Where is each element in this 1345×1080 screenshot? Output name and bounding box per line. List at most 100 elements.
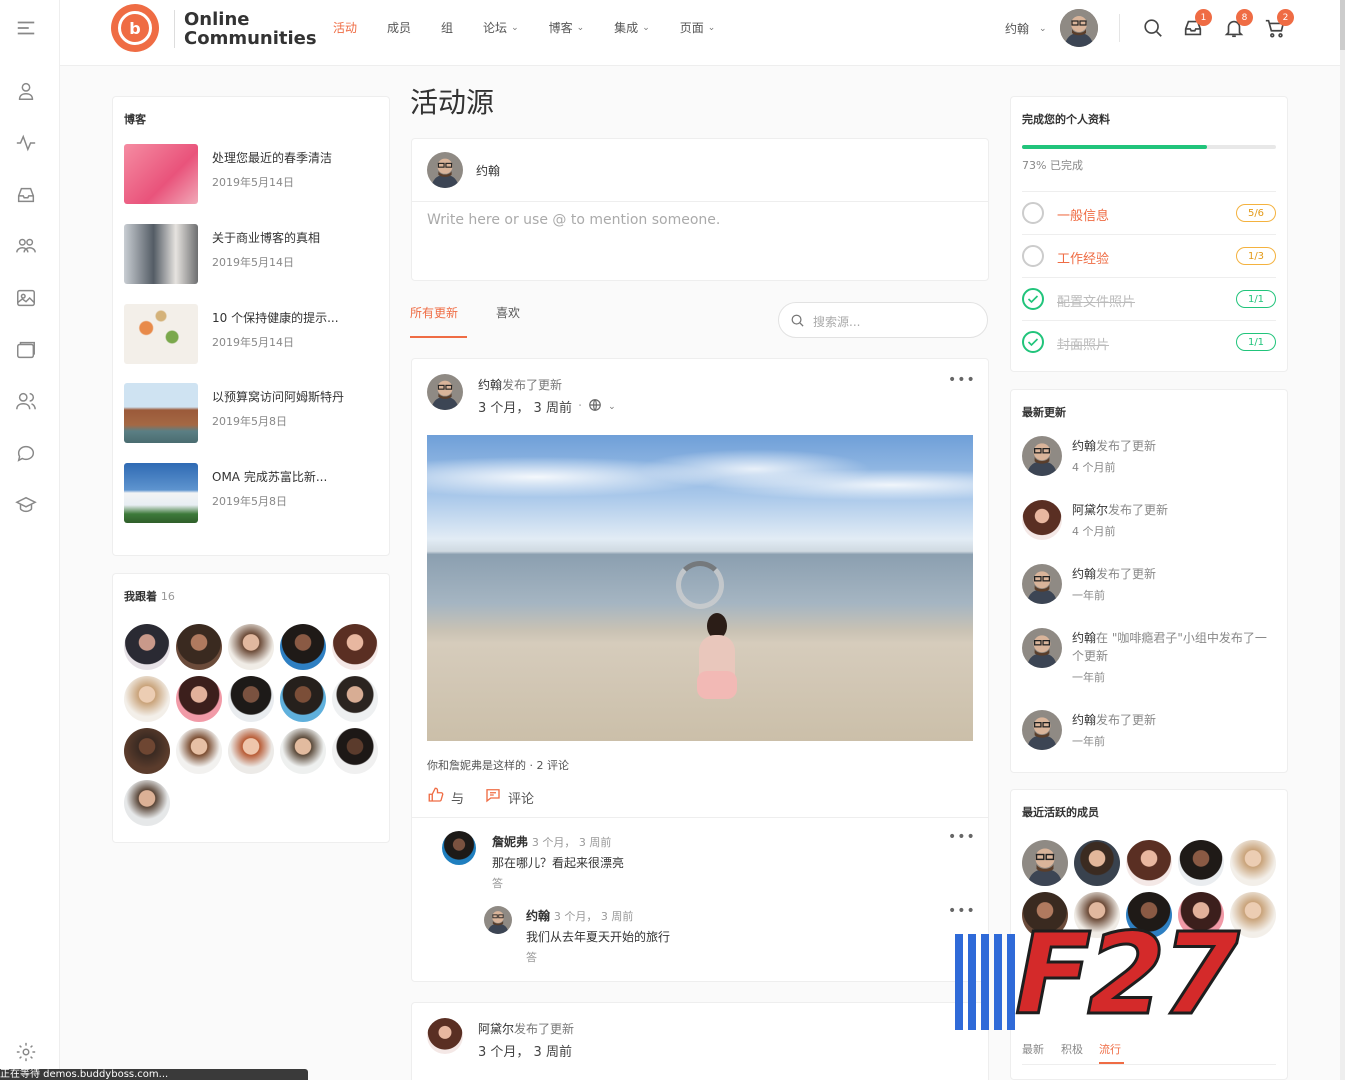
tab-all-updates[interactable]: 所有更新	[410, 304, 458, 321]
blog-item[interactable]: 关于商业博客的真相 2019年5月14日	[124, 224, 384, 284]
update-author[interactable]: 约翰	[1072, 631, 1096, 645]
nav-forums[interactable]: 论坛 ⌄	[483, 19, 519, 36]
comment-author[interactable]: 约翰	[526, 909, 550, 923]
post-image[interactable]	[427, 435, 973, 741]
blog-item[interactable]: 处理您最近的春季清洁 2019年5月14日	[124, 144, 384, 204]
update-avatar[interactable]	[1022, 564, 1062, 604]
blog-item[interactable]: OMA 完成苏富比新... 2019年5月8日	[124, 463, 384, 523]
follower-avatar[interactable]	[124, 780, 170, 826]
comment-options-icon[interactable]: •••	[948, 829, 976, 845]
brand-name[interactable]: Online Communities	[184, 10, 317, 48]
reply-link[interactable]: 答	[526, 949, 670, 965]
folder-icon[interactable]	[15, 339, 37, 361]
members-icon[interactable]	[15, 390, 37, 412]
profile-step-general-info[interactable]: 一般信息 5/6	[1022, 191, 1276, 233]
nav-members[interactable]: 成员	[387, 19, 411, 36]
inbox-icon[interactable]	[15, 184, 37, 206]
post-time[interactable]: 3 个月， 3 周前	[478, 1041, 572, 1060]
groups-tab-newest[interactable]: 最新	[1022, 1041, 1044, 1057]
nav-integrations[interactable]: 集成 ⌄	[614, 19, 650, 36]
groups-tab-active[interactable]: 积极	[1061, 1041, 1083, 1057]
profile-step-work-experience[interactable]: 工作经验 1/3	[1022, 234, 1276, 276]
member-avatar[interactable]	[1074, 840, 1120, 886]
follower-avatar[interactable]	[228, 676, 274, 722]
update-author[interactable]: 约翰	[1072, 439, 1096, 453]
site-logo[interactable]: b	[111, 4, 159, 52]
follower-avatar[interactable]	[332, 728, 378, 774]
follower-avatar[interactable]	[176, 676, 222, 722]
follower-avatar[interactable]	[176, 728, 222, 774]
reply-author-avatar[interactable]	[484, 906, 512, 934]
menu-icon[interactable]	[15, 17, 37, 39]
scrollbar-thumb[interactable]	[1340, 0, 1345, 50]
follower-avatar[interactable]	[332, 676, 378, 722]
reply-link[interactable]: 答	[492, 875, 624, 891]
profile-step-profile-photo[interactable]: 配置文件照片 1/1	[1022, 277, 1276, 319]
bell-icon[interactable]: 8	[1223, 9, 1253, 39]
nav-activity[interactable]: 活动	[333, 19, 357, 36]
follower-avatar[interactable]	[124, 624, 170, 670]
blog-item-title[interactable]: 关于商业博客的真相	[212, 229, 320, 246]
cart-icon[interactable]: 2	[1264, 9, 1294, 39]
member-avatar[interactable]	[1230, 840, 1276, 886]
member-avatar[interactable]	[1178, 840, 1224, 886]
update-author[interactable]: 约翰	[1072, 713, 1096, 727]
update-avatar[interactable]	[1022, 628, 1062, 668]
nav-blog[interactable]: 博客 ⌄	[549, 19, 585, 36]
comment-author[interactable]: 詹妮弗	[492, 835, 528, 849]
post-reactions-summary[interactable]: 你和詹妮弗是这样的 · 2 评论	[427, 757, 569, 773]
groups-icon[interactable]	[15, 234, 37, 256]
chevron-down-icon[interactable]: ⌄	[608, 402, 616, 412]
tab-likes[interactable]: 喜欢	[496, 304, 520, 321]
comment-button[interactable]: 评论	[484, 786, 534, 808]
messages-icon[interactable]: 1	[1182, 9, 1212, 39]
post-author-name[interactable]: 约翰	[478, 378, 502, 392]
profile-step-cover-photo[interactable]: 封面照片 1/1	[1022, 320, 1276, 362]
follower-avatar[interactable]	[332, 624, 378, 670]
more-options-icon[interactable]: •••	[948, 372, 976, 388]
photos-icon[interactable]	[15, 287, 37, 309]
follower-avatar[interactable]	[124, 728, 170, 774]
forums-icon[interactable]	[15, 442, 37, 464]
profile-icon[interactable]	[15, 80, 37, 102]
post-time[interactable]: 3 个月， 3 周前	[478, 397, 572, 416]
groups-tab-popular[interactable]: 流行	[1099, 1041, 1121, 1057]
follower-avatar[interactable]	[228, 728, 274, 774]
user-menu[interactable]: 约翰 ⌄	[1005, 20, 1047, 37]
post-author-avatar[interactable]	[427, 1018, 463, 1054]
follower-avatar[interactable]	[124, 676, 170, 722]
blog-item[interactable]: 10 个保持健康的提示... 2019年5月14日	[124, 304, 384, 364]
update-avatar[interactable]	[1022, 436, 1062, 476]
follower-avatar[interactable]	[228, 624, 274, 670]
scrollbar-track[interactable]	[1340, 0, 1345, 1080]
blog-item-title[interactable]: OMA 完成苏富比新...	[212, 468, 327, 485]
follower-avatar[interactable]	[280, 624, 326, 670]
nav-groups[interactable]: 组	[441, 19, 453, 36]
blog-item-title[interactable]: 10 个保持健康的提示...	[212, 309, 339, 326]
settings-icon[interactable]	[15, 1041, 37, 1063]
like-button[interactable]: 与	[427, 786, 464, 808]
blog-item-title[interactable]: 以预算窝访问阿姆斯特丹	[212, 388, 344, 405]
activity-icon[interactable]	[15, 132, 37, 154]
globe-icon[interactable]	[588, 398, 602, 416]
courses-icon[interactable]	[15, 494, 37, 516]
comment-options-icon[interactable]: •••	[948, 903, 976, 919]
follower-avatar[interactable]	[176, 624, 222, 670]
update-author[interactable]: 约翰	[1072, 567, 1096, 581]
member-avatar[interactable]	[1126, 840, 1172, 886]
follower-avatar[interactable]	[280, 728, 326, 774]
user-avatar[interactable]	[1060, 9, 1098, 47]
commenter-avatar[interactable]	[442, 831, 476, 865]
update-avatar[interactable]	[1022, 710, 1062, 750]
blog-item[interactable]: 以预算窝访问阿姆斯特丹 2019年5月8日	[124, 383, 384, 443]
follower-avatar[interactable]	[280, 676, 326, 722]
update-avatar[interactable]	[1022, 500, 1062, 540]
feed-search[interactable]: 搜索源...	[778, 302, 988, 338]
composer-input[interactable]: Write here or use @ to mention someone.	[427, 212, 720, 228]
nav-pages[interactable]: 页面 ⌄	[680, 19, 716, 36]
post-author-name[interactable]: 阿黛尔	[478, 1022, 514, 1036]
member-avatar[interactable]	[1022, 840, 1068, 886]
post-author-avatar[interactable]	[427, 374, 463, 410]
search-icon[interactable]	[1142, 17, 1164, 39]
blog-item-title[interactable]: 处理您最近的春季清洁	[212, 149, 332, 166]
